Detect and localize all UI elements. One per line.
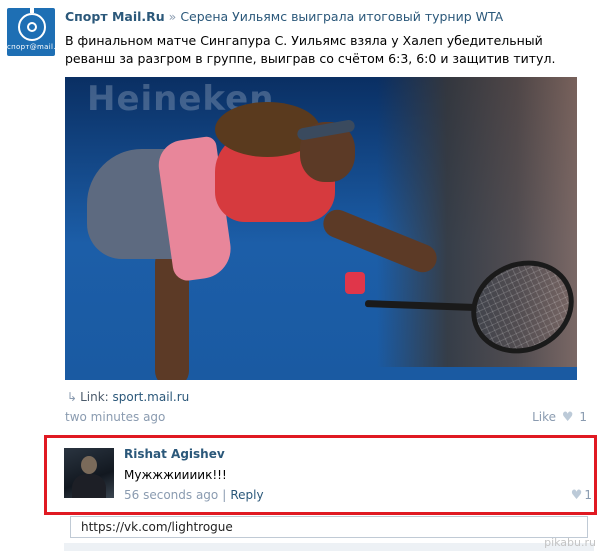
post-meta: two minutes ago Like ♥ 1 xyxy=(65,410,587,428)
comment-meta: 56 seconds ago | Reply xyxy=(124,488,264,502)
comment-timestamp[interactable]: 56 seconds ago xyxy=(124,488,218,502)
source-avatar[interactable]: спорт@mail.ru xyxy=(7,8,55,56)
reply-input[interactable]: https://vk.com/lightrogue xyxy=(70,516,588,538)
post-photo[interactable]: Heineken xyxy=(65,77,577,380)
source-link[interactable]: Спорт Mail.Ru xyxy=(65,9,165,24)
header-separator: » xyxy=(168,9,177,24)
comment-like-count: 1 xyxy=(584,488,592,502)
attachment-link-line: ↳ Link: sport.mail.ru xyxy=(67,390,189,404)
headline-link[interactable]: Серена Уильямс выиграла итоговый турнир … xyxy=(180,9,503,24)
heart-icon: ♥ xyxy=(570,488,583,503)
link-label: Link: xyxy=(80,390,109,404)
comment-like-button[interactable]: ♥ 1 xyxy=(569,488,592,503)
photo-player-wristband xyxy=(345,272,365,294)
heart-icon: ♥ xyxy=(561,410,574,425)
attachment-link-url[interactable]: sport.mail.ru xyxy=(113,390,190,404)
comment-meta-divider: | xyxy=(222,488,227,502)
commenter-avatar[interactable] xyxy=(64,448,114,498)
like-label: Like xyxy=(532,410,557,424)
watermark: pikabu.ru xyxy=(544,536,596,549)
stopwatch-icon xyxy=(18,8,46,41)
highlighted-comment: Rishat Agishev Мужжжиииик!!! 56 seconds … xyxy=(44,435,597,515)
post-timestamp[interactable]: two minutes ago xyxy=(65,410,165,424)
post-header: Спорт Mail.Ru» Серена Уильямс выиграла ит… xyxy=(65,9,590,24)
avatar-brand-text: спорт@mail.ru xyxy=(7,43,55,51)
commenter-name[interactable]: Rishat Agishev xyxy=(124,447,225,461)
post-body-text: В финальном матче Сингапура С. Уильямс в… xyxy=(65,33,556,66)
avatar-body xyxy=(72,474,106,498)
comment-area-strip xyxy=(64,543,594,551)
post-like-count: 1 xyxy=(579,410,587,424)
avatar-head xyxy=(81,456,97,474)
comment-text: Мужжжиииик!!! xyxy=(124,468,227,482)
reply-button[interactable]: Reply xyxy=(230,488,263,502)
post-like-button[interactable]: Like ♥ 1 xyxy=(532,410,587,425)
link-arrow-icon: ↳ xyxy=(67,390,78,404)
